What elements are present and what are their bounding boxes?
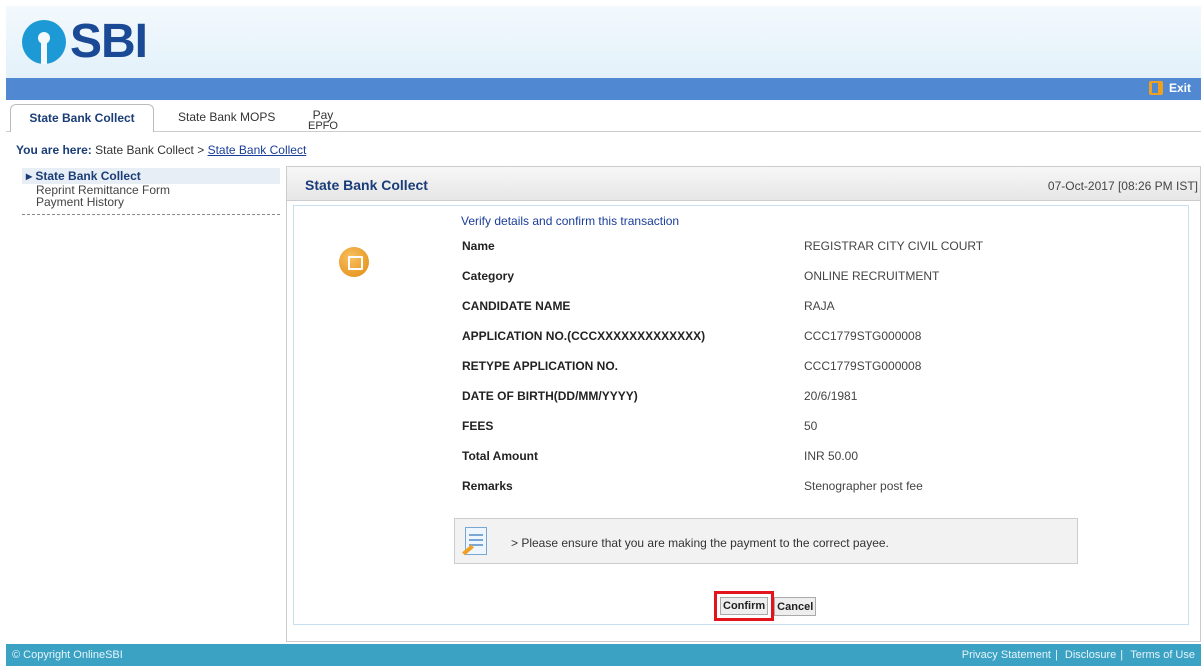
sbi-logo-icon <box>22 20 66 64</box>
field-value: CCC1779STG000008 <box>804 329 922 343</box>
field-value: ONLINE RECRUITMENT <box>804 269 940 283</box>
field-value: 50 <box>804 419 818 433</box>
sbi-logo: SBI <box>22 15 148 68</box>
breadcrumb-path: State Bank Collect > <box>95 143 205 157</box>
detail-row: Remarks Stenographer post fee <box>462 479 1182 509</box>
footer-links: Privacy Statement | Disclosure | Terms of … <box>961 649 1195 661</box>
tab-pay-epfo-line2: EPFO <box>308 120 338 132</box>
exit-icon <box>1148 81 1163 95</box>
field-value: RAJA <box>804 299 835 313</box>
datetime: 07-Oct-2017 [08:26 PM IST] <box>1047 179 1198 193</box>
field-label: RETYPE APPLICATION NO. <box>462 359 619 373</box>
tab-bar: State Bank Collect State Bank MOPS Pay E… <box>6 104 1201 132</box>
field-label: Category <box>462 269 515 283</box>
verify-icon <box>339 247 369 277</box>
field-label: Name <box>462 239 495 253</box>
field-value: REGISTRAR CITY CIVIL COURT <box>804 239 984 253</box>
chevron-right-icon: ▸ <box>26 169 33 183</box>
field-value: CCC1779STG000008 <box>804 359 922 373</box>
detail-row: FEES 50 <box>462 419 1182 449</box>
field-label: FEES <box>462 419 494 433</box>
breadcrumb: You are here: State Bank Collect > State… <box>16 143 306 157</box>
field-label: CANDIDATE NAME <box>462 299 571 313</box>
exit-button[interactable]: Exit <box>1148 81 1191 95</box>
tab-state-bank-mops[interactable]: State Bank MOPS <box>166 104 287 132</box>
field-label: Remarks <box>462 479 513 493</box>
sidebar-item-label: State Bank Collect <box>35 169 141 183</box>
confirm-highlight: Confirm <box>714 591 775 621</box>
logo-text: SBI <box>70 15 148 68</box>
note-icon <box>465 527 487 555</box>
tab-pay-epfo[interactable]: Pay EPFO <box>296 104 350 132</box>
payee-notice: > Please ensure that you are making the … <box>454 518 1078 564</box>
privacy-statement-link[interactable]: Privacy Statement <box>962 649 1051 661</box>
tab-state-bank-collect[interactable]: State Bank Collect <box>10 104 154 132</box>
footer: © Copyright OnlineSBI Privacy Statement |… <box>6 644 1201 666</box>
detail-row: CANDIDATE NAME RAJA <box>462 299 1182 329</box>
verify-heading: Verify details and confirm this transact… <box>461 214 680 228</box>
field-label: DATE OF BIRTH(DD/MM/YYYY) <box>462 389 638 403</box>
field-value: INR 50.00 <box>804 449 859 463</box>
confirm-button[interactable]: Confirm <box>720 597 769 615</box>
breadcrumb-label: You are here: <box>16 143 92 157</box>
main-panel: State Bank Collect 07-Oct-2017 [08:26 PM… <box>286 166 1201 642</box>
field-label: APPLICATION NO.(CCCXXXXXXXXXXXXX) <box>462 329 706 343</box>
detail-row: Category ONLINE RECRUITMENT <box>462 269 1182 299</box>
detail-row: DATE OF BIRTH(DD/MM/YYYY) 20/6/1981 <box>462 389 1182 419</box>
page-title: State Bank Collect <box>305 177 428 193</box>
sidebar: ▸ State Bank Collect Reprint Remittance … <box>22 168 280 215</box>
field-value: Stenographer post fee <box>804 479 923 493</box>
panel-header: State Bank Collect 07-Oct-2017 [08:26 PM… <box>287 167 1200 201</box>
field-label: Total Amount <box>462 449 538 463</box>
sidebar-item-payment-history[interactable]: Payment History <box>22 196 280 208</box>
terms-of-use-link[interactable]: Terms of Use <box>1130 649 1195 661</box>
exit-label: Exit <box>1168 81 1191 95</box>
action-buttons: Confirm Cancel <box>714 591 817 621</box>
breadcrumb-link[interactable]: State Bank Collect <box>208 143 307 157</box>
sidebar-item-state-bank-collect[interactable]: ▸ State Bank Collect <box>22 168 280 184</box>
detail-row: Name REGISTRAR CITY CIVIL COURT <box>462 239 1182 269</box>
cancel-button[interactable]: Cancel <box>774 597 817 616</box>
field-value: 20/6/1981 <box>804 389 858 403</box>
top-bar: Exit <box>6 78 1201 100</box>
copyright: © Copyright OnlineSBI <box>12 649 123 661</box>
detail-row: RETYPE APPLICATION NO. CCC1779STG000008 <box>462 359 1182 389</box>
verify-box: Verify details and confirm this transact… <box>293 205 1189 625</box>
notice-text: > Please ensure that you are making the … <box>511 536 889 550</box>
detail-row: APPLICATION NO.(CCCXXXXXXXXXXXXX) CCC177… <box>462 329 1182 359</box>
disclosure-link[interactable]: Disclosure <box>1065 649 1116 661</box>
detail-row: Total Amount INR 50.00 <box>462 449 1182 479</box>
header: SBI <box>6 6 1201 78</box>
